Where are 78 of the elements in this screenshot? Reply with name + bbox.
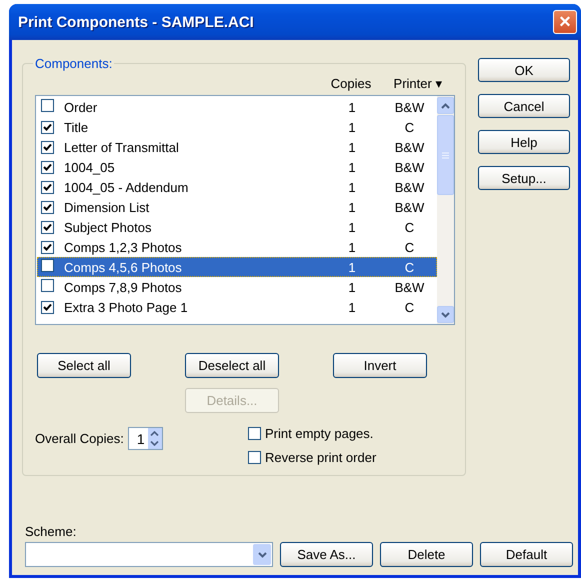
dialog-button[interactable]: Cancel xyxy=(478,94,570,118)
copies-cell-text: 1 xyxy=(347,100,357,114)
checkbox[interactable] xyxy=(41,180,54,194)
scheme-button[interactable]: Delete xyxy=(380,542,473,567)
checkbox[interactable] xyxy=(41,279,54,292)
option-label: Print empty pages. xyxy=(265,426,374,441)
column-header[interactable]: Copies xyxy=(321,76,381,90)
scrollbar[interactable] xyxy=(437,96,454,324)
copies-cell-text: 1 xyxy=(347,220,357,234)
printer-cell-text: B&W xyxy=(394,140,426,154)
dialog-button[interactable]: Help xyxy=(478,130,570,154)
checkbox[interactable] xyxy=(41,220,54,234)
window-title: Print Components - SAMPLE.ACI xyxy=(18,14,255,30)
component-name: Comps 1,2,3 Photos xyxy=(64,240,183,254)
copies-cell-text: 1 xyxy=(347,140,357,154)
grip-icon xyxy=(442,152,449,158)
checkbox[interactable] xyxy=(41,240,54,254)
list-row[interactable]: Order 1 B&W xyxy=(37,97,437,117)
copies-cell-text: 1 xyxy=(347,280,357,294)
scheme-button[interactable]: Default xyxy=(480,542,573,567)
component-name: 1004_05 - Addendum xyxy=(64,180,190,194)
printer-cell-text: C xyxy=(404,240,416,254)
list-row[interactable]: Subject Photos 1 C xyxy=(37,217,437,237)
list-row[interactable]: Letter of Transmittal 1 B&W xyxy=(37,137,437,157)
printer-cell-text: B&W xyxy=(394,100,426,114)
printer-cell-text: B&W xyxy=(394,280,426,294)
scheme-dropdown[interactable] xyxy=(25,542,273,567)
printer-cell-text: C xyxy=(404,220,416,234)
checkbox[interactable] xyxy=(41,300,54,314)
scheme-button[interactable]: Save As... xyxy=(280,542,373,567)
copies-cell-text: 1 xyxy=(347,200,357,214)
printer-cell-text: B&W xyxy=(394,180,426,194)
checkbox[interactable] xyxy=(248,427,261,440)
field-label: Scheme: xyxy=(25,524,78,539)
list-row[interactable]: Comps 7,8,9 Photos 1 B&W xyxy=(37,277,437,297)
component-name: Letter of Transmittal xyxy=(64,140,180,154)
copies-cell-text: 1 xyxy=(347,240,357,254)
copies-cell-text: 1 xyxy=(347,160,357,174)
group-label: Components: xyxy=(34,56,114,71)
component-name: Extra 3 Photo Page 1 xyxy=(64,300,189,314)
component-name: Comps 4,5,6 Photos xyxy=(64,260,183,274)
checkbox[interactable] xyxy=(41,120,54,134)
list-row[interactable]: Comps 1,2,3 Photos 1 C xyxy=(37,237,437,257)
list-row[interactable]: Comps 4,5,6 Photos 1 C xyxy=(37,257,437,277)
checkbox[interactable] xyxy=(41,99,54,112)
list-row[interactable]: 1004_05 - Addendum 1 B&W xyxy=(37,177,437,197)
copies-cell-text: 1 xyxy=(347,300,357,314)
action-button[interactable]: Deselect all xyxy=(185,353,279,378)
component-name: Title xyxy=(64,120,90,134)
column-header[interactable]: Printer ▾ xyxy=(381,76,455,90)
component-name: Subject Photos xyxy=(64,220,152,234)
checkbox[interactable] xyxy=(248,451,261,464)
printer-cell-text: C xyxy=(404,300,416,314)
checkbox[interactable] xyxy=(41,140,54,154)
action-button[interactable]: Invert xyxy=(333,353,427,378)
component-name: Comps 7,8,9 Photos xyxy=(64,280,183,294)
component-name: 1004_05 xyxy=(64,160,116,174)
list-row[interactable]: Title 1 C xyxy=(37,117,437,137)
component-name: Order xyxy=(64,100,98,114)
copies-cell-text: 1 xyxy=(347,260,357,274)
checkbox[interactable] xyxy=(41,200,54,214)
checkbox[interactable] xyxy=(41,259,54,272)
printer-cell-text: C xyxy=(404,260,416,274)
copies-cell-text: 1 xyxy=(347,120,357,134)
dialog-button[interactable]: Setup... xyxy=(478,166,570,190)
component-name: Dimension List xyxy=(64,200,150,214)
list-row[interactable]: 1004_05 1 B&W xyxy=(37,157,437,177)
list-row[interactable]: Dimension List 1 B&W xyxy=(37,197,437,217)
printer-cell-text: C xyxy=(404,120,416,134)
option-label: Reverse print order xyxy=(265,450,376,465)
printer-cell-text: B&W xyxy=(394,200,426,214)
printer-cell-text: B&W xyxy=(394,160,426,174)
list-row[interactable]: Extra 3 Photo Page 1 1 C xyxy=(37,297,437,317)
field-label: Overall Copies: xyxy=(35,431,124,446)
checkbox[interactable] xyxy=(41,160,54,174)
dialog-button[interactable]: OK xyxy=(478,58,570,82)
copies-cell-text: 1 xyxy=(347,180,357,194)
action-button[interactable]: Select all xyxy=(37,353,131,378)
